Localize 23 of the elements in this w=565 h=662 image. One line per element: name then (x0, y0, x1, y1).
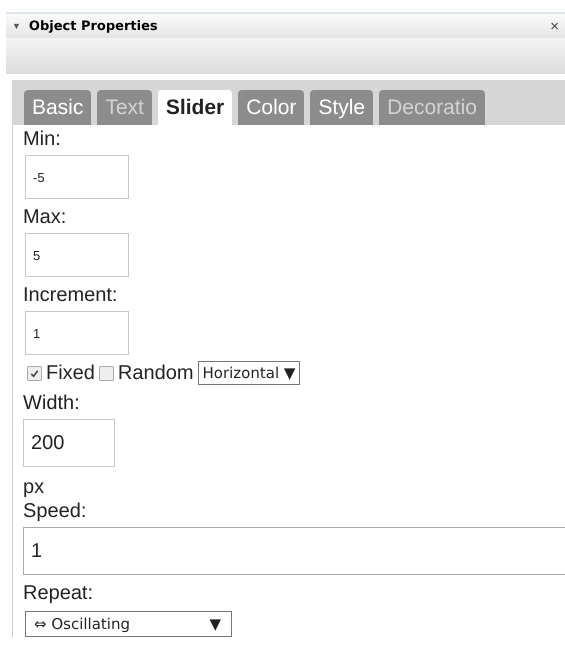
field-label: Max: (23, 205, 66, 229)
close-icon[interactable]: × (550, 18, 559, 34)
checkbox-label: Fixed (46, 362, 95, 384)
panel-title: Object Properties (28, 18, 159, 34)
collapse-icon[interactable]: ▼ (12, 21, 21, 31)
check-icon (29, 368, 40, 378)
field-label: Repeat: (23, 581, 94, 605)
field-label: Width: (23, 391, 80, 415)
input-field[interactable]: 5 (25, 233, 129, 277)
checkbox[interactable] (27, 366, 42, 380)
input-field[interactable]: 200 (23, 419, 115, 467)
tab[interactable]: Slider (158, 90, 232, 125)
field-label: Min: (23, 127, 61, 151)
input-field[interactable]: -5 (25, 155, 129, 199)
orientation-dropdown[interactable]: Horizontal ▼ (198, 361, 300, 385)
input-field[interactable]: 1 (25, 311, 129, 355)
checkbox[interactable] (98, 366, 114, 380)
input-field[interactable]: 1 (23, 527, 565, 575)
field-label: Increment: (23, 283, 118, 307)
checkbox-label: Random (118, 362, 194, 384)
unit-label: px (23, 475, 44, 499)
repeat-dropdown[interactable]: ⇔ Oscillating ▼ (25, 611, 232, 637)
field-label: Speed: (23, 499, 86, 523)
